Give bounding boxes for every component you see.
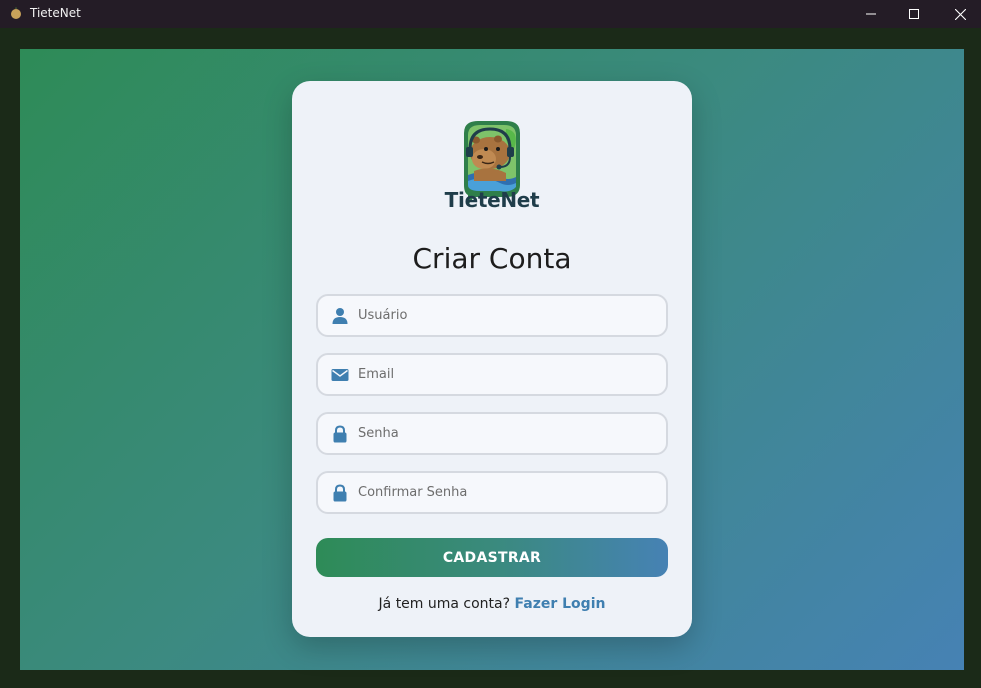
gradient-background: TieteNet Criar Conta Usuário Email CADAS…: [20, 49, 964, 670]
password-field[interactable]: [316, 412, 668, 455]
app-icon: [11, 7, 21, 19]
register-card: TieteNet Criar Conta Usuário Email CADAS…: [292, 81, 692, 637]
user-icon: [332, 308, 348, 324]
maximize-button[interactable]: [891, 0, 937, 28]
email-input[interactable]: [358, 355, 648, 394]
lock-icon: [333, 484, 347, 502]
email-field[interactable]: [316, 353, 668, 396]
maximize-icon: [909, 9, 919, 19]
login-prompt: Já tem uma conta? Fazer Login: [292, 596, 692, 612]
register-button[interactable]: CADASTRAR: [316, 538, 668, 577]
close-icon: [954, 8, 966, 20]
login-link[interactable]: Fazer Login: [515, 596, 606, 612]
confirm-password-field[interactable]: [316, 471, 668, 514]
login-prompt-text: Já tem uma conta?: [378, 596, 511, 612]
minimize-icon: [866, 13, 876, 15]
minimize-button[interactable]: [848, 0, 894, 28]
envelope-icon: [331, 369, 349, 381]
brand-name: TieteNet: [444, 188, 540, 212]
lock-icon: [333, 425, 347, 443]
username-input[interactable]: [358, 296, 648, 335]
close-button[interactable]: [937, 0, 981, 28]
page-title: Criar Conta: [412, 242, 572, 275]
confirm-password-input[interactable]: [358, 473, 648, 512]
username-field[interactable]: [316, 294, 668, 337]
password-input[interactable]: [358, 414, 648, 453]
window-title: TieteNet: [30, 6, 81, 20]
title-bar: TieteNet: [0, 0, 981, 28]
